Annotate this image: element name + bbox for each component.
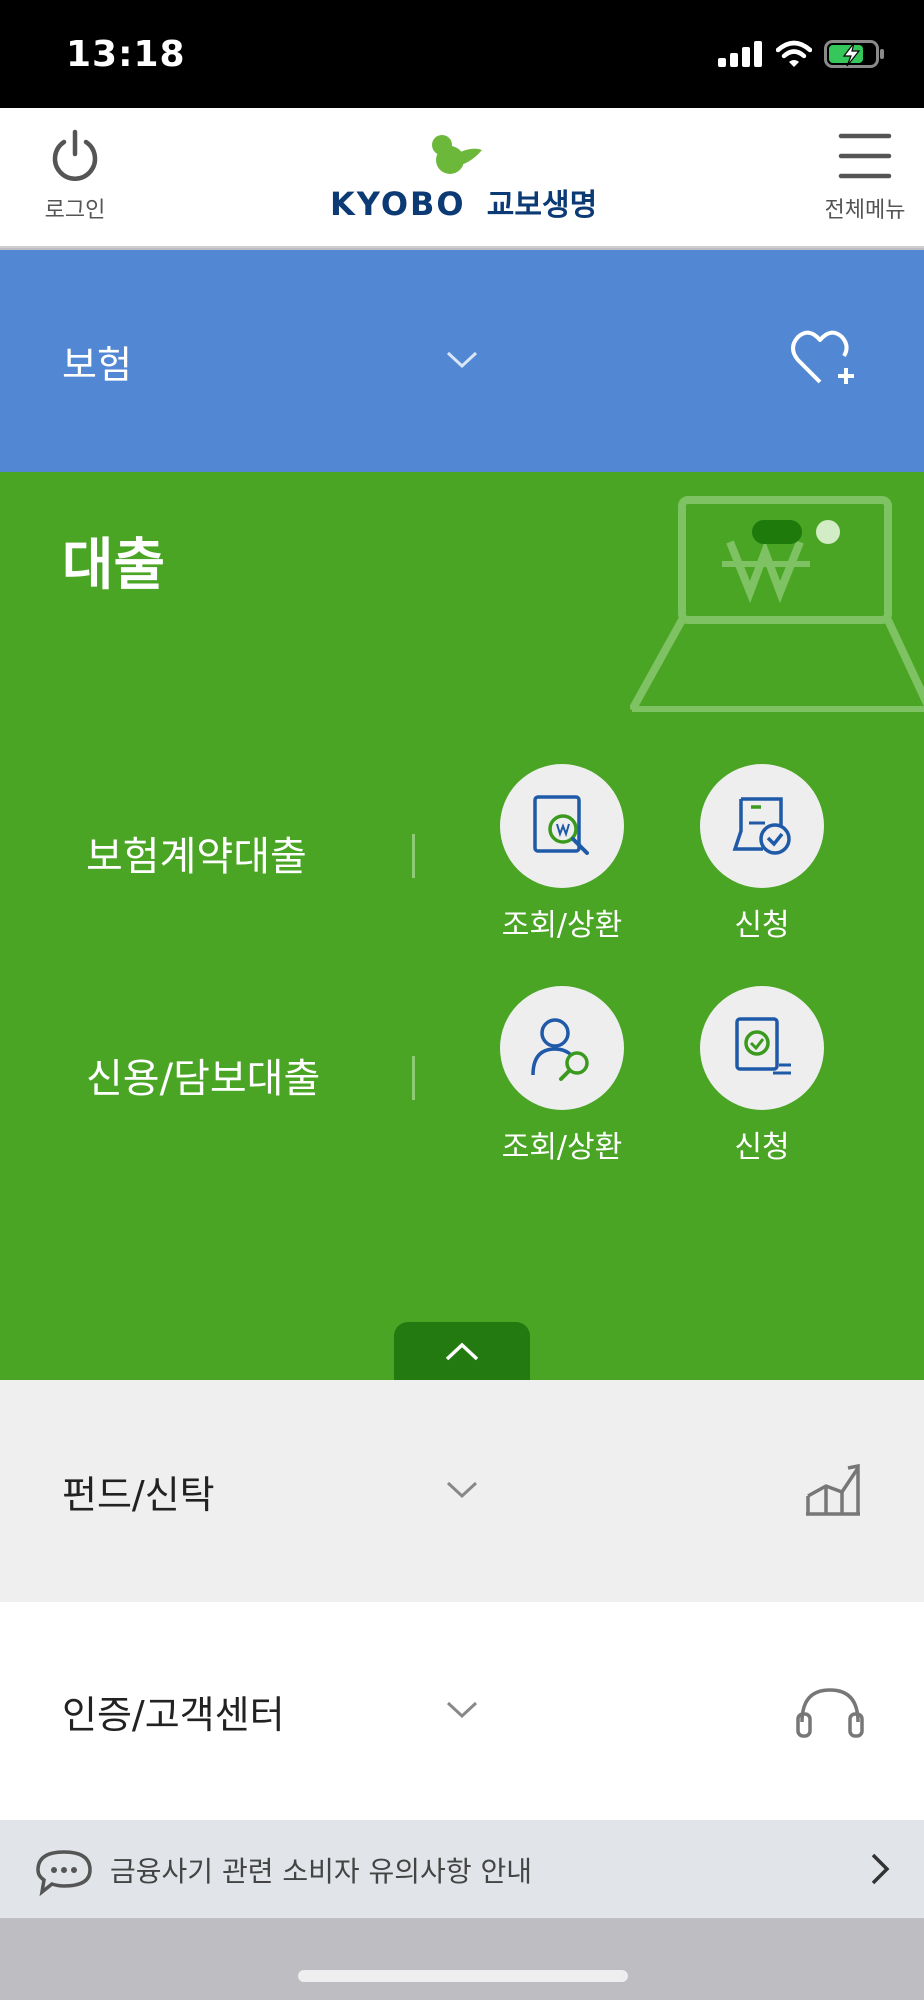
chart-up-icon bbox=[806, 1463, 860, 1516]
headset-icon bbox=[796, 1688, 864, 1738]
section-auth-customer-center[interactable]: 인증/고객센터 bbox=[0, 1602, 924, 1820]
loan-item-label-policy: 보험계약대출 bbox=[86, 834, 307, 880]
person-search-icon bbox=[531, 1018, 589, 1081]
policy-loan-apply-button[interactable]: 신청 bbox=[677, 764, 847, 944]
action-label: 신청 bbox=[734, 908, 790, 943]
certificate-check-icon bbox=[735, 1017, 791, 1075]
section-insurance[interactable]: 보험 bbox=[0, 250, 924, 472]
section-title-auth: 인증/고객센터 bbox=[62, 1693, 285, 1737]
fraud-notice-banner[interactable]: 금융사기 관련 소비자 유의사항 안내 bbox=[0, 1820, 924, 1918]
power-icon bbox=[52, 129, 98, 181]
divider bbox=[412, 834, 415, 878]
full-menu-button[interactable]: 전체메뉴 bbox=[810, 128, 920, 238]
section-fund-trust[interactable]: 펀드/신탁 bbox=[0, 1380, 924, 1602]
logo-en: KYOBO bbox=[330, 185, 466, 223]
status-bar: 13:18 bbox=[0, 0, 924, 108]
carousel-dot[interactable] bbox=[816, 520, 840, 544]
logo-ko: 교보생명 bbox=[486, 188, 598, 223]
divider bbox=[412, 1056, 415, 1100]
chat-bubble-icon bbox=[36, 1850, 92, 1896]
carousel-dot-active[interactable] bbox=[752, 520, 802, 544]
heart-plus-icon[interactable] bbox=[790, 326, 862, 390]
section-title-insurance: 보험 bbox=[62, 343, 132, 387]
full-menu-label: 전체메뉴 bbox=[824, 198, 906, 223]
chevron-up-icon bbox=[445, 1342, 479, 1361]
action-label: 신청 bbox=[734, 1130, 790, 1165]
login-button[interactable]: 로그인 bbox=[20, 128, 130, 238]
chevron-down-icon bbox=[446, 1481, 478, 1499]
credit-loan-apply-button[interactable]: 신청 bbox=[677, 986, 847, 1166]
chevron-right-icon bbox=[871, 1853, 890, 1885]
status-icons bbox=[718, 40, 886, 68]
app-header: 로그인 KYOBO 교보생명 전체메뉴 bbox=[0, 108, 924, 248]
home-indicator[interactable] bbox=[298, 1970, 628, 1982]
document-check-icon bbox=[732, 797, 791, 855]
action-label: 조회/상환 bbox=[501, 908, 623, 943]
section-title-fund: 펀드/신탁 bbox=[62, 1473, 215, 1517]
kyobo-logo[interactable]: KYOBO 교보생명 bbox=[330, 134, 597, 224]
collapse-button[interactable] bbox=[394, 1322, 530, 1380]
section-loan: 대출 보험계약대출 조회/상환 신청 신용/담보대출 조회/상환 신청 bbox=[0, 472, 924, 1380]
wifi-icon bbox=[776, 40, 812, 67]
logo-wordmark: KYOBO 교보생명 bbox=[330, 180, 597, 224]
chevron-down-icon bbox=[446, 351, 478, 369]
battery-charging-icon bbox=[824, 40, 884, 68]
hamburger-menu-icon bbox=[838, 133, 892, 179]
loan-item-label-credit: 신용/담보대출 bbox=[86, 1056, 321, 1102]
carousel-indicator bbox=[752, 520, 840, 544]
home-indicator-area bbox=[0, 1918, 924, 2000]
action-label: 조회/상환 bbox=[501, 1130, 623, 1165]
bird-logo-icon bbox=[432, 135, 482, 174]
credit-loan-inquiry-button[interactable]: 조회/상환 bbox=[477, 986, 647, 1166]
chevron-down-icon bbox=[446, 1701, 478, 1719]
document-search-won-icon bbox=[533, 795, 589, 855]
notice-text: 금융사기 관련 소비자 유의사항 안내 bbox=[110, 1855, 533, 1888]
status-time: 13:18 bbox=[66, 34, 186, 75]
signal-icon bbox=[718, 41, 762, 67]
policy-loan-inquiry-button[interactable]: 조회/상환 bbox=[477, 764, 647, 944]
section-title-loan: 대출 bbox=[62, 533, 166, 598]
login-label: 로그인 bbox=[44, 198, 106, 223]
